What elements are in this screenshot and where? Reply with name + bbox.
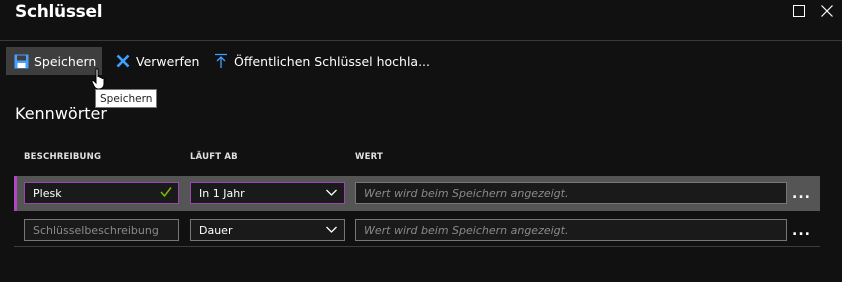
toolbar: Speichern Verwerfen Öffentlichen Schlüss… — [0, 40, 842, 76]
x-icon — [115, 53, 131, 69]
column-header-description: BESCHREIBUNG — [24, 152, 102, 162]
column-header-value: WERT — [355, 152, 383, 162]
column-header-expires: LÄUFT AB — [190, 152, 238, 162]
window-title: Schlüssel — [15, 2, 103, 22]
more-options-button[interactable]: ... — [792, 223, 811, 239]
checkmark-icon — [160, 186, 172, 201]
upload-public-key-button[interactable]: Öffentlichen Schlüssel hochla... — [209, 47, 434, 75]
description-input[interactable]: Plesk — [24, 182, 179, 204]
save-icon — [13, 53, 29, 69]
description-input[interactable]: Schlüsselbeschreibung — [24, 219, 179, 241]
discard-label: Verwerfen — [136, 53, 200, 69]
discard-button[interactable]: Verwerfen — [111, 47, 203, 75]
chevron-down-icon — [325, 223, 338, 239]
more-options-button[interactable]: ... — [792, 186, 811, 202]
save-label: Speichern — [34, 53, 97, 69]
row-divider — [14, 246, 820, 247]
save-button[interactable]: Speichern — [6, 47, 102, 75]
value-field[interactable]: Wert wird beim Speichern angezeigt. — [355, 182, 787, 204]
section-title: Kennwörter — [15, 104, 107, 123]
chevron-down-icon — [325, 186, 338, 202]
maximize-icon[interactable] — [792, 4, 806, 18]
expires-select[interactable]: In 1 Jahr — [190, 182, 345, 204]
value-field[interactable]: Wert wird beim Speichern angezeigt. — [355, 219, 787, 241]
upload-icon — [213, 53, 229, 69]
expires-select[interactable]: Dauer — [190, 219, 345, 241]
upload-label: Öffentlichen Schlüssel hochla... — [234, 53, 430, 69]
close-icon[interactable] — [820, 4, 834, 18]
